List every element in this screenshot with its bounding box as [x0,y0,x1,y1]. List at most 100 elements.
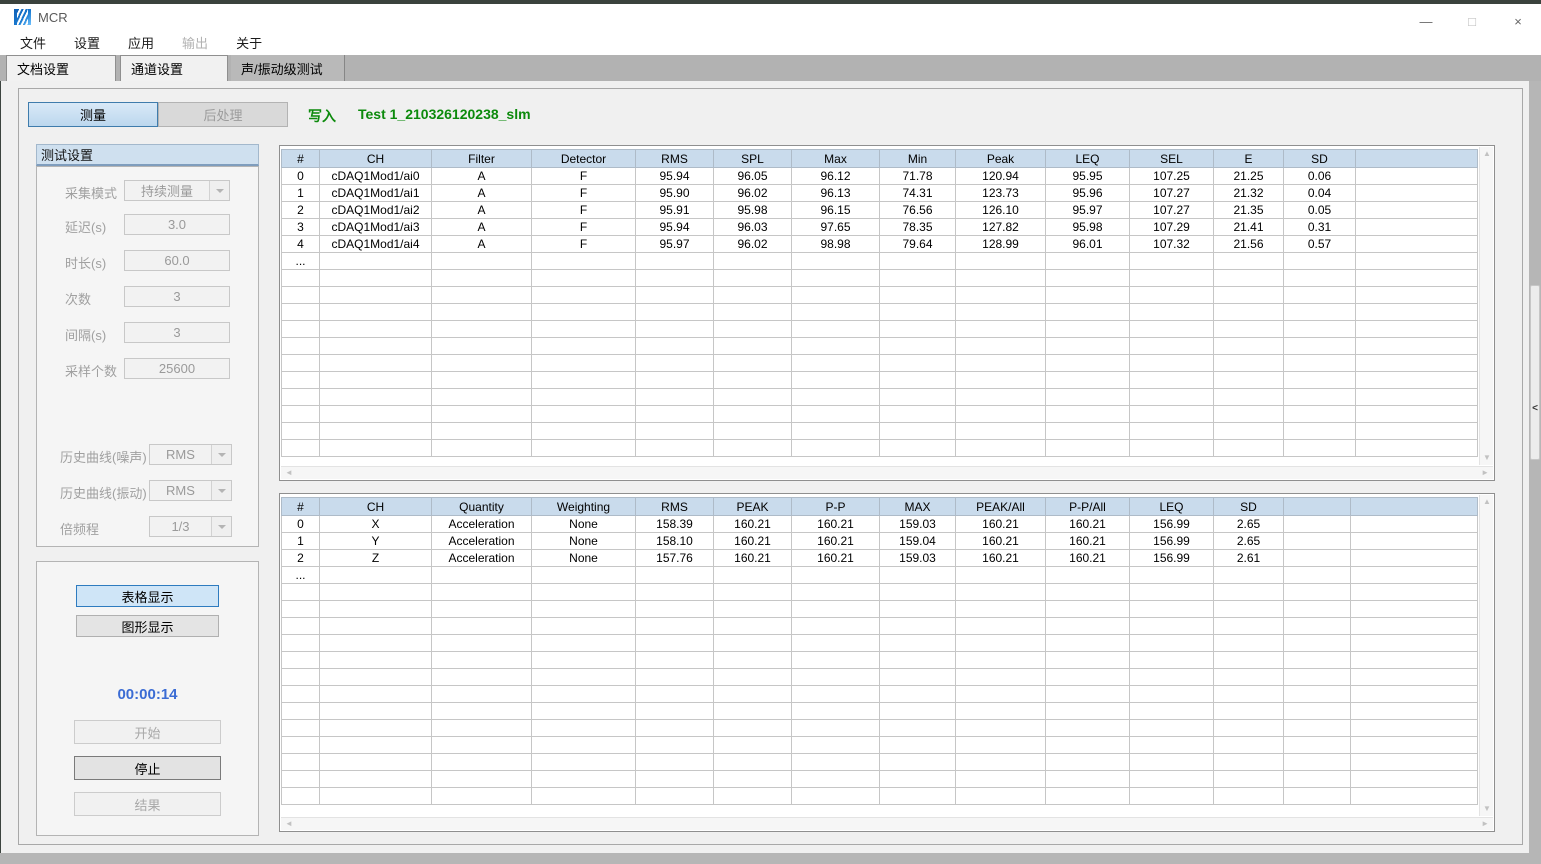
table-cell: F [532,202,636,219]
start-button[interactable]: 开始 [74,720,221,744]
settings-field: 倍频程1/3 [37,516,258,538]
table-cell [956,720,1046,737]
menu-bar: 文件 设置 应用 输出 关于 [0,30,1541,55]
table-cell: 0.06 [1284,168,1356,185]
menu-settings[interactable]: 设置 [60,30,114,55]
menu-file[interactable]: 文件 [6,30,60,55]
tab-document-settings[interactable]: 文档设置 [6,55,116,81]
table-cell [532,669,636,686]
menu-application[interactable]: 应用 [114,30,168,55]
settings-field-input[interactable]: 3 [124,286,230,307]
table-cell [792,669,880,686]
chevron-down-icon[interactable] [211,445,231,464]
scroll-right-icon[interactable]: ► [1481,469,1489,477]
table-cell: 2.61 [1214,550,1284,567]
chevron-down-icon[interactable] [211,481,231,500]
ellipsis-row: ... [282,253,1478,270]
settings-field-dropdown[interactable]: RMS [149,444,232,465]
settings-field-value: 3 [125,289,229,304]
table-cell: 74.31 [880,185,956,202]
table-cell [714,253,792,270]
scroll-left-icon[interactable]: ◄ [285,469,293,477]
table-cell [792,253,880,270]
settings-field-dropdown[interactable]: 1/3 [149,516,232,537]
scroll-up-icon[interactable]: ▲ [1483,498,1491,506]
postprocess-button[interactable]: 后处理 [158,102,288,127]
table-cell [1356,168,1478,185]
write-label: 写入 [308,106,336,126]
table-cell [1356,423,1478,440]
stop-button[interactable]: 停止 [74,756,221,780]
table-cell [532,338,636,355]
table-cell [320,720,432,737]
table-cell: 0 [282,168,320,185]
collapse-left-icon[interactable]: < [1530,403,1540,414]
table-cell: 160.21 [1046,516,1130,533]
menu-about[interactable]: 关于 [222,30,276,55]
table-cell: F [532,236,636,253]
side-panel-collapse-handle[interactable] [1530,285,1540,460]
tab-channel-settings[interactable]: 通道设置 [120,55,228,81]
measure-button[interactable]: 测量 [28,102,158,127]
table-row: 4cDAQ1Mod1/ai4AF95.9796.0298.9879.64128.… [282,236,1478,253]
table-cell [1351,550,1478,567]
chevron-down-icon[interactable] [209,181,229,200]
table-cell [1284,372,1356,389]
table-cell [1214,635,1284,652]
table-cell [532,703,636,720]
scroll-down-icon[interactable]: ▼ [1483,454,1491,462]
tab-sound-vibration-test[interactable]: 声/振动级测试 [231,55,345,81]
settings-field-dropdown[interactable]: RMS [149,480,232,501]
horizontal-scrollbar[interactable]: ◄ ► [281,817,1493,830]
settings-field-input[interactable]: 3.0 [124,214,230,235]
table-cell [880,423,956,440]
table-cell [880,669,956,686]
scroll-down-icon[interactable]: ▼ [1483,805,1491,813]
chevron-down-icon[interactable] [211,517,231,536]
table-cell [636,720,714,737]
table-cell: 71.78 [880,168,956,185]
empty-row [282,737,1478,754]
settings-field-input[interactable]: 25600 [124,358,230,379]
table-cell: 2.65 [1214,516,1284,533]
table-cell [1046,355,1130,372]
table-cell [636,389,714,406]
table-cell: 98.98 [792,236,880,253]
table-cell [792,652,880,669]
horizontal-scrollbar[interactable]: ◄ ► [281,466,1493,479]
menu-output[interactable]: 输出 [168,30,222,55]
table-cell [1130,788,1214,805]
table-cell [1214,686,1284,703]
vertical-scrollbar[interactable]: ▲ ▼ [1479,495,1493,816]
table-cell [956,567,1046,584]
table-cell [792,720,880,737]
table-cell [1046,270,1130,287]
column-header [1356,150,1478,168]
table-cell [792,270,880,287]
table-cell [956,253,1046,270]
table-cell [714,686,792,703]
scroll-right-icon[interactable]: ► [1481,820,1489,828]
window-title: MCR [38,10,68,25]
table-cell: 21.35 [1214,202,1284,219]
result-button[interactable]: 结果 [74,792,221,816]
graph-display-button[interactable]: 图形显示 [76,615,219,637]
vertical-scrollbar[interactable]: ▲ ▼ [1479,147,1493,465]
settings-field-input[interactable]: 60.0 [124,250,230,271]
scroll-up-icon[interactable]: ▲ [1483,150,1491,158]
table-cell [1284,423,1356,440]
table-cell: 21.56 [1214,236,1284,253]
table-display-button[interactable]: 表格显示 [76,585,219,607]
table-cell: 96.05 [714,168,792,185]
table-cell [320,304,432,321]
table-cell [1351,601,1478,618]
table-cell [1130,567,1214,584]
table-cell [1214,737,1284,754]
settings-field-input[interactable]: 3 [124,322,230,343]
elapsed-timer: 00:00:14 [37,686,258,703]
settings-field-dropdown[interactable]: 持续测量 [124,180,230,201]
table-cell [636,423,714,440]
table-cell [1356,338,1478,355]
table-cell [1284,389,1356,406]
scroll-left-icon[interactable]: ◄ [285,820,293,828]
